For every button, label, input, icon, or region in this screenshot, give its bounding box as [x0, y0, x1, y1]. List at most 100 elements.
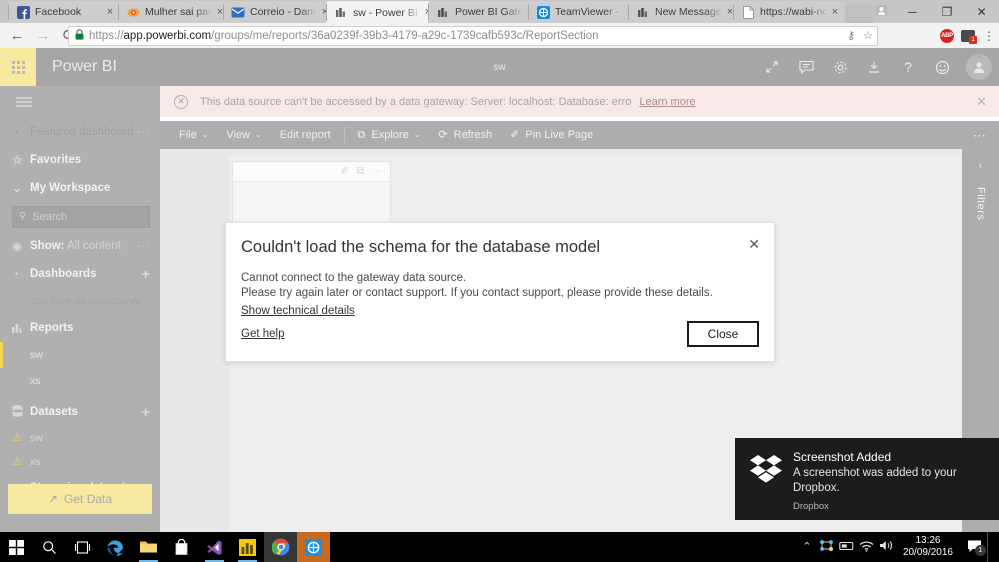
- sidebar-section-dashboards[interactable]: ◔ Dashboards +: [0, 260, 160, 288]
- wifi-icon[interactable]: [857, 540, 877, 555]
- error-icon: ✕: [174, 94, 188, 109]
- sidebar-item-featured-dashboard[interactable]: ◔ Featured dashboard ⋯: [0, 118, 160, 146]
- browser-tab[interactable]: Facebook ×: [8, 1, 120, 23]
- edge-icon[interactable]: [99, 532, 132, 562]
- show-technical-details-link[interactable]: Show technical details: [241, 305, 355, 317]
- filters-label: Filters: [974, 187, 987, 221]
- toolbar-label: Explore: [371, 129, 409, 141]
- get-data-arrow-icon: ↗: [47, 492, 59, 506]
- add-dataset-button[interactable]: +: [141, 405, 150, 420]
- search-placeholder: Search: [32, 211, 68, 223]
- search-input[interactable]: ⚲ Search: [12, 206, 150, 228]
- tab-close-icon[interactable]: ×: [828, 5, 842, 19]
- sidebar-item-dataset-xs[interactable]: ⚠ xs: [0, 450, 160, 474]
- browser-tab[interactable]: Correio - Dani ×: [223, 1, 335, 23]
- teamviewer-icon[interactable]: [297, 532, 330, 562]
- chrome-menu-icon[interactable]: ⋮: [983, 30, 995, 42]
- browser-tab[interactable]: New Message - ×: [628, 1, 740, 23]
- sidebar-item-report-xs[interactable]: xs: [0, 368, 160, 394]
- more-icon[interactable]: ⋯: [137, 126, 150, 138]
- smiley-icon[interactable]: [925, 48, 959, 86]
- start-button[interactable]: [0, 532, 33, 562]
- browser-toolbar: ← → ⟳ https://app.powerbi.com/groups/me/…: [0, 23, 999, 48]
- toolbar-explore-menu[interactable]: ⧉ Explore ⌄: [349, 121, 430, 149]
- visual-tile-header: ✐ ⧉ ⋯: [233, 162, 390, 182]
- toolbar-view-menu[interactable]: View ⌄: [217, 121, 270, 149]
- settings-gear-icon[interactable]: [823, 48, 857, 86]
- sidebar-show-filter[interactable]: ◉ Show: All content ⋯: [0, 232, 160, 260]
- toolbar-file-menu[interactable]: File ⌄: [170, 121, 217, 149]
- learn-more-link[interactable]: Learn more: [639, 96, 695, 108]
- back-button[interactable]: ←: [4, 23, 30, 48]
- help-icon[interactable]: ?: [891, 48, 925, 86]
- toolbar-refresh-button[interactable]: ⟳ Refresh: [429, 121, 501, 149]
- task-view-icon[interactable]: [66, 532, 99, 562]
- tab-title: https://wabi-nc: [760, 6, 828, 18]
- sidebar-section-reports[interactable]: Reports: [0, 314, 160, 342]
- adblock-plus-icon[interactable]: ABP: [940, 29, 954, 43]
- visual-studio-icon[interactable]: [198, 532, 231, 562]
- dialog-close-icon[interactable]: ✕: [748, 237, 760, 251]
- more-icon[interactable]: ⋯: [137, 240, 150, 252]
- file-explorer-icon[interactable]: [132, 532, 165, 562]
- chevron-left-icon[interactable]: ‹: [979, 159, 983, 171]
- forward-button[interactable]: →: [30, 23, 56, 48]
- sidebar-item-label: Dashboards: [30, 268, 97, 280]
- window-maximize-button[interactable]: ❐: [930, 6, 965, 18]
- toolbar-edit-report-button[interactable]: Edit report: [271, 121, 340, 149]
- get-data-button[interactable]: ↗ Get Data: [8, 484, 152, 514]
- chrome-icon[interactable]: [264, 532, 297, 562]
- microsoft-store-icon[interactable]: [165, 532, 198, 562]
- sidebar-section-datasets[interactable]: Datasets +: [0, 398, 160, 426]
- get-data-label: Get Data: [64, 492, 113, 506]
- powerbi-icon: [436, 5, 450, 19]
- window-minimize-button[interactable]: ─: [895, 6, 930, 18]
- fullscreen-icon[interactable]: [755, 48, 789, 86]
- search-icon[interactable]: [33, 532, 66, 562]
- system-tray: ⌃ 13:26 20/09/2016 1: [797, 532, 999, 562]
- add-dashboard-button[interactable]: +: [141, 267, 150, 282]
- get-help-link[interactable]: Get help: [241, 328, 284, 340]
- profile-icon[interactable]: [869, 4, 895, 20]
- address-bar[interactable]: https://app.powerbi.com/groups/me/report…: [68, 26, 878, 46]
- action-center-icon[interactable]: 1: [961, 539, 987, 556]
- show-hidden-icons-button[interactable]: ⌃: [797, 541, 817, 553]
- volume-icon[interactable]: [877, 539, 897, 555]
- more-options-icon[interactable]: ⋯: [372, 166, 382, 177]
- power-bi-desktop-icon[interactable]: [231, 532, 264, 562]
- dataset-label: sw: [30, 432, 43, 444]
- report-toolbar: File ⌄ View ⌄ Edit report ⧉ Explore ⌄ ⟳ …: [160, 121, 999, 149]
- network-icon[interactable]: [817, 539, 837, 555]
- pin-icon[interactable]: ✐: [340, 166, 348, 177]
- browser-tab[interactable]: https://wabi-nc ×: [733, 1, 845, 23]
- focus-mode-icon[interactable]: ⧉: [357, 166, 364, 177]
- close-icon[interactable]: ✕: [976, 95, 987, 108]
- dropbox-notification-toast[interactable]: Screenshot Added A screenshot was added …: [735, 438, 999, 520]
- browser-tab[interactable]: Mulher sai para ×: [118, 1, 230, 23]
- dialog-close-button[interactable]: Close: [687, 321, 759, 347]
- toolbar-more-icon[interactable]: ⋯: [973, 129, 987, 142]
- feedback-icon[interactable]: [789, 48, 823, 86]
- window-close-button[interactable]: ✕: [964, 6, 999, 18]
- taskbar-clock[interactable]: 13:26 20/09/2016: [903, 535, 953, 559]
- tab-close-icon[interactable]: ×: [103, 5, 117, 19]
- chevron-down-icon: ⌄: [255, 130, 262, 139]
- sidebar-item-dataset-sw[interactable]: ⚠ sw: [0, 426, 160, 450]
- menu-toggle[interactable]: [0, 86, 160, 118]
- show-desktop-button[interactable]: [987, 532, 993, 562]
- browser-tab[interactable]: Power BI Gate ×: [428, 1, 540, 23]
- extension-icon[interactable]: 1: [961, 29, 977, 44]
- dropbox-tray-icon[interactable]: [837, 540, 857, 555]
- visual-tile[interactable]: ✐ ⧉ ⋯: [232, 161, 391, 227]
- error-banner: ✕ This data source can't be accessed by …: [160, 86, 999, 117]
- bookmark-star-icon[interactable]: ☆: [863, 30, 873, 42]
- download-icon[interactable]: [857, 48, 891, 86]
- browser-tab-active[interactable]: sw - Power BI ×: [326, 1, 438, 24]
- sidebar-item-my-workspace[interactable]: ⌄ My Workspace: [0, 174, 160, 202]
- sidebar-item-favorites[interactable]: ☆ Favorites: [0, 146, 160, 174]
- key-icon[interactable]: ⚷: [847, 30, 855, 42]
- sidebar-item-report-sw[interactable]: sw: [0, 342, 160, 368]
- toolbar-pin-live-page-button[interactable]: ✐ Pin Live Page: [501, 121, 602, 149]
- avatar[interactable]: [959, 48, 999, 86]
- browser-tab[interactable]: TeamViewer - S ×: [528, 1, 640, 23]
